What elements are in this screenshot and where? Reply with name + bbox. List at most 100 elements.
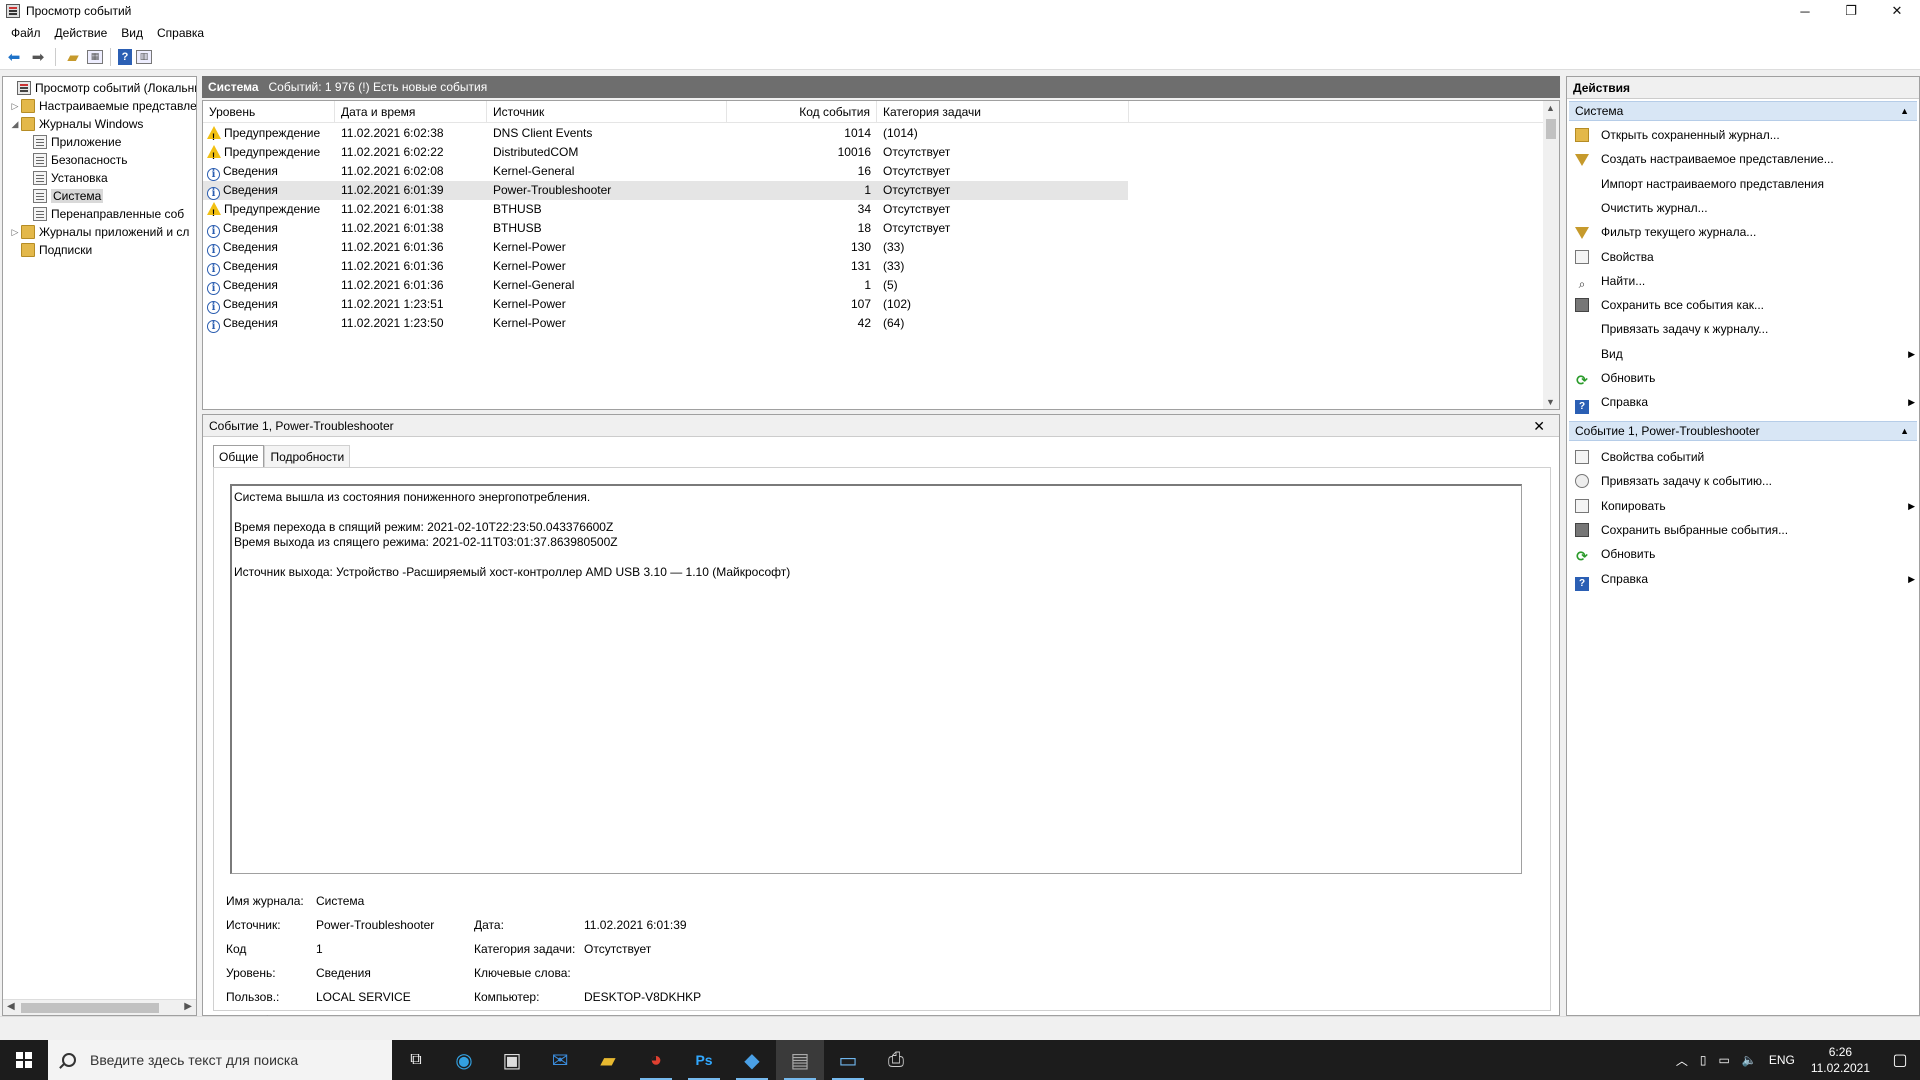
scroll-thumb[interactable] [1546, 119, 1556, 139]
folder-icon [21, 243, 35, 257]
remote-desktop-icon[interactable]: ▭ [824, 1040, 872, 1080]
table-row[interactable]: i Сведения 11.02.2021 6:01:36 Kernel-Power 1… [203, 257, 1128, 276]
clock[interactable]: 6:26 11.02.2021 [1801, 1044, 1880, 1076]
action-item[interactable]: Привязать задачу к журналу... [1575, 319, 1915, 339]
table-row[interactable]: Предупреждение 11.02.2021 6:01:38 BTHUSB 34… [203, 200, 1128, 223]
scroll-thumb[interactable] [21, 1003, 159, 1013]
help-icon[interactable]: ? [118, 48, 132, 65]
action-item[interactable]: Свойства событий [1575, 447, 1915, 467]
tree-item-system[interactable]: Система [33, 187, 104, 205]
action-item[interactable]: ? Справка ▶ [1575, 569, 1915, 591]
tree-subscriptions[interactable]: Подписки [9, 241, 92, 259]
back-arrow-icon[interactable]: ⬅ [4, 47, 24, 67]
notification-icon[interactable]: ▢ [1880, 1040, 1920, 1080]
action-item[interactable]: Очистить журнал... [1575, 198, 1915, 218]
tree-windows-logs[interactable]: ◢ Журналы Windows [9, 115, 143, 133]
forward-arrow-icon[interactable]: ➡ [28, 47, 48, 67]
scroll-up-icon[interactable]: ▲ [1546, 103, 1555, 113]
minimize-button[interactable]: ─ [1782, 0, 1828, 22]
tab-details[interactable]: Подробности [264, 445, 351, 467]
table-row[interactable]: i Сведения 11.02.2021 6:01:36 Kernel-Genera… [203, 276, 1128, 295]
photoshop-icon[interactable]: Ps [680, 1040, 728, 1080]
action-item[interactable]: Открыть сохраненный журнал... [1575, 125, 1915, 145]
tree-item-application[interactable]: Приложение [33, 133, 121, 151]
datetime-cell: 11.02.2021 6:02:22 [341, 145, 444, 159]
event-viewer-taskbar-icon[interactable]: ▤ [776, 1040, 824, 1080]
chevron-right-icon[interactable]: ▷ [9, 101, 21, 112]
column-source[interactable]: Источник [487, 101, 727, 123]
table-row[interactable]: i Сведения 11.02.2021 1:23:50 Kernel-Power 4… [203, 314, 1128, 333]
actions-section-event[interactable]: Событие 1, Power-Troubleshooter ▲ [1569, 421, 1917, 441]
maximize-button[interactable]: ❐ [1828, 0, 1874, 22]
printer-icon[interactable]: ⎙ [872, 1040, 920, 1080]
task-view-icon[interactable]: ⧉ [392, 1040, 440, 1080]
tree-item-forwarded[interactable]: Перенаправленные соб [33, 205, 184, 223]
file-explorer-icon[interactable]: ▰ [584, 1040, 632, 1080]
action-item[interactable]: ? Справка ▶ [1575, 392, 1915, 415]
show-hidden-icons-icon[interactable]: ︿ [1670, 1052, 1694, 1069]
table-row[interactable]: Предупреждение 11.02.2021 6:02:38 DNS Clie… [203, 124, 1128, 147]
tab-general[interactable]: Общие [213, 445, 265, 468]
scroll-left-icon[interactable]: ◀ [7, 1001, 15, 1012]
table-row[interactable]: i Сведения 11.02.2021 1:23:51 Kernel-Power 1… [203, 295, 1128, 314]
scroll-right-icon[interactable]: ▶ [184, 1001, 192, 1012]
store-icon[interactable]: ▣ [488, 1040, 536, 1080]
table-row[interactable]: Предупреждение 11.02.2021 6:02:22 Distribu… [203, 143, 1128, 166]
action-pane-icon[interactable]: ▥ [136, 49, 152, 64]
events-vertical-scrollbar[interactable]: ▲ ▼ [1543, 101, 1559, 409]
visual-studio-icon[interactable]: ◆ [728, 1040, 776, 1080]
tree-item-security[interactable]: Безопасность [33, 151, 128, 169]
action-item[interactable]: ⌕ Найти... [1575, 271, 1915, 291]
action-item[interactable]: Привязать задачу к событию... [1575, 471, 1915, 491]
column-task-category[interactable]: Категория задачи [877, 101, 1129, 123]
volume-icon[interactable]: 🔈 [1736, 1053, 1763, 1067]
mail-icon[interactable]: ✉ [536, 1040, 584, 1080]
chrome-icon[interactable]: ◕ [632, 1040, 680, 1080]
source-cell: BTHUSB [493, 202, 542, 216]
event-message[interactable]: Система вышла из состояния пониженного э… [230, 484, 1522, 874]
action-item[interactable]: Копировать ▶ [1575, 496, 1915, 516]
tree-root[interactable]: Просмотр событий (Локальны [5, 79, 196, 97]
edge-icon[interactable]: ◉ [440, 1040, 488, 1080]
action-item[interactable]: Сохранить все события как... [1575, 295, 1915, 315]
action-item[interactable]: ⟳ Обновить [1575, 368, 1915, 388]
action-item[interactable]: Свойства [1575, 247, 1915, 267]
table-row[interactable]: i Сведения 11.02.2021 6:01:39 Power-Trouble… [203, 181, 1128, 200]
close-detail-icon[interactable]: ✕ [1533, 415, 1545, 437]
network-icon[interactable]: ▭ [1713, 1053, 1736, 1067]
column-event-code[interactable]: Код события [727, 101, 877, 123]
start-button[interactable] [0, 1040, 48, 1080]
tree-item-setup[interactable]: Установка [33, 169, 108, 187]
actions-section-system[interactable]: Система ▲ [1569, 101, 1917, 121]
collapse-icon[interactable]: ▲ [1900, 102, 1909, 121]
action-item[interactable]: Импорт настраиваемого представления [1575, 174, 1915, 194]
collapse-icon[interactable]: ▲ [1900, 422, 1909, 441]
taskbar-search[interactable]: Введите здесь текст для поиска [48, 1040, 392, 1080]
action-item[interactable]: Создать настраиваемое представление... [1575, 149, 1915, 169]
up-folder-icon[interactable]: ▰ [63, 47, 83, 67]
close-button[interactable]: ✕ [1874, 0, 1920, 22]
action-item[interactable]: Фильтр текущего журнала... [1575, 222, 1915, 242]
usb-icon[interactable]: ▯ [1694, 1053, 1713, 1067]
menu-file[interactable]: Файл [4, 24, 48, 42]
scroll-down-icon[interactable]: ▼ [1546, 397, 1555, 407]
tree-custom-views[interactable]: ▷ Настраиваемые представле [9, 97, 196, 115]
action-item[interactable]: Вид ▶ [1575, 344, 1915, 364]
menu-action[interactable]: Действие [48, 24, 115, 42]
menu-view[interactable]: Вид [114, 24, 150, 42]
tree-app-services-logs[interactable]: ▷ Журналы приложений и сл [9, 223, 189, 241]
column-datetime[interactable]: Дата и время [335, 101, 487, 123]
table-row[interactable]: i Сведения 11.02.2021 6:01:36 Kernel-Power 1… [203, 238, 1128, 257]
show-hide-tree-icon[interactable]: ▦ [87, 49, 103, 64]
menu-help[interactable]: Справка [150, 24, 211, 42]
chevron-right-icon[interactable]: ▷ [9, 227, 21, 238]
chevron-down-icon[interactable]: ◢ [9, 119, 21, 130]
tree-horizontal-scrollbar[interactable]: ◀ ▶ [3, 999, 196, 1015]
table-row[interactable]: i Сведения 11.02.2021 6:01:38 BTHUSB 18 Отсут… [203, 219, 1128, 238]
table-row[interactable]: i Сведения 11.02.2021 6:02:08 Kernel-Genera… [203, 162, 1128, 181]
log-name-label: Имя журнала: [226, 894, 304, 908]
action-item[interactable]: Сохранить выбранные события... [1575, 520, 1915, 540]
action-item[interactable]: ⟳ Обновить [1575, 544, 1915, 564]
language-indicator[interactable]: ENG [1763, 1053, 1801, 1067]
column-level[interactable]: Уровень [203, 101, 335, 123]
